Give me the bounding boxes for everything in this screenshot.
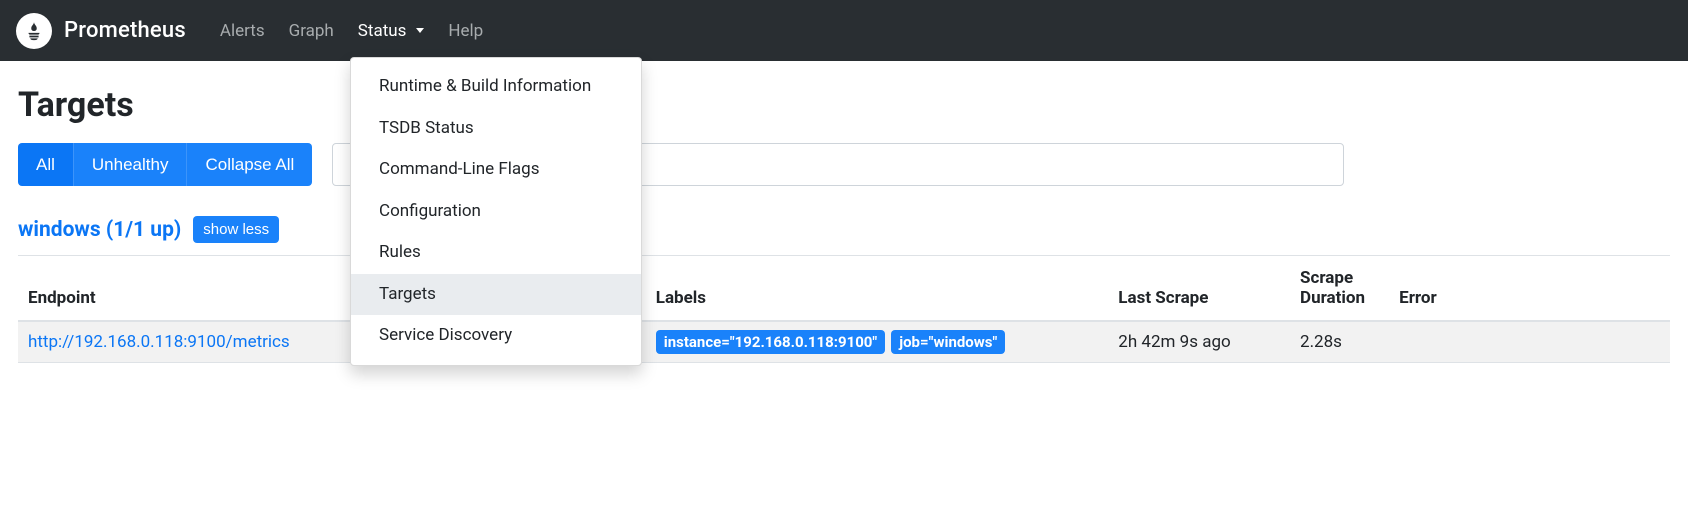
endpoint-link[interactable]: http://192.168.0.118:9100/metrics <box>28 332 290 352</box>
targets-table: Endpoint State Labels Last Scrape Scrape… <box>18 255 1670 363</box>
label-badge: instance="192.168.0.118:9100" <box>656 330 885 354</box>
caret-down-icon <box>416 28 424 33</box>
nav-alerts[interactable]: Alerts <box>210 13 275 49</box>
status-dropdown-item[interactable]: Runtime & Build Information <box>351 66 641 108</box>
scrape-duration-cell: 2.28s <box>1290 321 1389 363</box>
label-badge: job="windows" <box>891 330 1005 354</box>
brand-text: Prometheus <box>64 18 186 43</box>
unhealthy-button[interactable]: Unhealthy <box>73 143 187 186</box>
status-dropdown-item[interactable]: Service Discovery <box>351 315 641 357</box>
navbar: Prometheus Alerts Graph Status Help <box>0 0 1688 61</box>
content: Targets All Unhealthy Collapse All windo… <box>0 61 1688 379</box>
nav-status[interactable]: Status <box>348 13 435 49</box>
page-title: Targets <box>18 85 1670 125</box>
status-dropdown-item[interactable]: Configuration <box>351 191 641 233</box>
status-dropdown-item[interactable]: Targets <box>351 274 641 316</box>
th-last-scrape: Last Scrape <box>1108 256 1290 322</box>
filter-row: All Unhealthy Collapse All <box>18 143 1670 186</box>
nav-status-label: Status <box>358 21 407 41</box>
pool-header: windows (1/1 up) show less <box>18 216 1670 243</box>
status-dropdown-item[interactable]: Command-Line Flags <box>351 149 641 191</box>
last-scrape-cell: 2h 42m 9s ago <box>1108 321 1290 363</box>
status-dropdown: Runtime & Build InformationTSDB StatusCo… <box>350 57 642 366</box>
table-row: http://192.168.0.118:9100/metricsUPinsta… <box>18 321 1670 363</box>
th-scrape-duration: Scrape Duration <box>1290 256 1389 322</box>
nav-graph[interactable]: Graph <box>279 13 344 49</box>
th-labels: Labels <box>646 256 1109 322</box>
prometheus-logo-icon <box>16 13 52 49</box>
error-cell <box>1389 321 1670 363</box>
all-button[interactable]: All <box>18 143 73 186</box>
th-error: Error <box>1389 256 1670 322</box>
filter-btn-group: All Unhealthy Collapse All <box>18 143 312 186</box>
pool-name-link[interactable]: windows (1/1 up) <box>18 218 181 242</box>
status-dropdown-item[interactable]: TSDB Status <box>351 108 641 150</box>
nav-help[interactable]: Help <box>438 13 493 49</box>
status-dropdown-item[interactable]: Rules <box>351 232 641 274</box>
nav-links: Alerts Graph Status Help <box>210 13 493 49</box>
show-less-button[interactable]: show less <box>193 216 279 243</box>
collapse-all-button[interactable]: Collapse All <box>186 143 312 186</box>
brand[interactable]: Prometheus <box>16 13 186 49</box>
